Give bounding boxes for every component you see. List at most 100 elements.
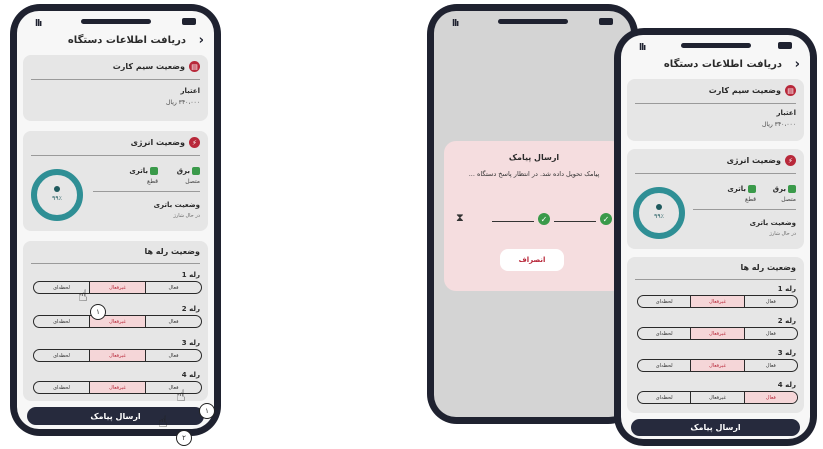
divider <box>635 173 796 174</box>
relay-3-label: رله 3 <box>777 349 796 357</box>
sms-sending-dialog: ارسال پیامک پیامک تحویل داده شد. در انتظ… <box>444 141 624 291</box>
divider <box>31 79 200 80</box>
signal-icon: llı <box>639 43 646 53</box>
check-icon: ✓ <box>538 213 550 225</box>
battery-icon <box>599 18 613 25</box>
divider <box>31 263 200 264</box>
notch <box>497 19 568 24</box>
relay-4-label: رله 4 <box>181 371 200 379</box>
phone-middle: llı ارسال پیامک پیامک تحویل داده شد. در … <box>427 4 638 424</box>
battery-state-title: وضعیت باتری <box>749 219 796 227</box>
divider <box>635 103 796 104</box>
sim-card-status: ▤ وضعیت سیم کارت اعتبار ۳۴۰،۰۰۰ ریال <box>23 55 208 121</box>
notch <box>80 19 151 24</box>
progress-line <box>554 221 596 222</box>
dialog-message: پیامک تحویل داده شد. در انتظار پاسخ دستگ… <box>468 170 600 178</box>
battery-status: قطع <box>147 178 158 185</box>
option-momentary[interactable]: لحظه‌ای <box>34 316 89 327</box>
screen-middle: llı ارسال پیامک پیامک تحویل داده شد. در … <box>434 11 631 417</box>
relay-title: وضعیت رله ها <box>740 263 796 272</box>
sim-card-title: ▤ وضعیت سیم کارت <box>709 85 796 96</box>
option-inactive[interactable]: غیرفعال <box>690 392 743 403</box>
battery-status: قطع <box>745 196 756 203</box>
battery-icon <box>182 18 196 25</box>
option-momentary[interactable]: لحظه‌ای <box>638 392 690 403</box>
sim-icon: ▤ <box>189 61 200 72</box>
battery-percent: ۹۹٪ <box>654 213 664 220</box>
option-momentary[interactable]: لحظه‌ای <box>34 382 89 393</box>
power-label: برق <box>773 185 796 193</box>
send-sms-button[interactable]: ارسال پیامک <box>27 407 204 425</box>
credit-value: ۳۴۰،۰۰۰ ریال <box>762 121 796 128</box>
option-inactive[interactable]: غیرفعال <box>89 382 145 393</box>
battery-label: باتری <box>727 185 756 193</box>
relay-3-switch[interactable]: فعال غیرفعال لحظه‌ای <box>637 359 798 372</box>
option-active[interactable]: فعال <box>145 316 201 327</box>
check-icon: ✓ <box>600 213 612 225</box>
dialog-title: ارسال پیامک <box>508 153 560 162</box>
relay-2-label: رله 2 <box>777 317 796 325</box>
power-status: متصل <box>781 196 796 203</box>
step-1-badge: ۱ <box>90 304 106 320</box>
energy-title-label: وضعیت انرژی <box>726 156 781 165</box>
battery-gauge: ۹۹٪ <box>31 169 83 221</box>
relay-2-switch[interactable]: فعال غیرفعال لحظه‌ای <box>637 327 798 340</box>
option-active[interactable]: فعال <box>743 392 797 403</box>
relay-3-switch[interactable]: فعال غیرفعال لحظه‌ای <box>33 349 202 362</box>
option-active[interactable]: فعال <box>743 296 797 307</box>
option-inactive[interactable]: غیرفعال <box>690 328 744 339</box>
app-header: ‹ دریافت اطلاعات دستگاه <box>631 57 800 75</box>
credit-value: ۳۴۰،۰۰۰ ریال <box>166 99 200 106</box>
battery-label: باتری <box>129 167 158 175</box>
option-momentary[interactable]: لحظه‌ای <box>638 328 690 339</box>
sim-title-label: وضعیت سیم کارت <box>708 86 781 95</box>
option-active[interactable]: فعال <box>145 350 201 361</box>
cancel-button[interactable]: انصراف <box>500 249 564 271</box>
energy-title: ⚡ وضعیت انرژی <box>131 137 200 148</box>
option-active[interactable]: فعال <box>743 360 797 371</box>
option-inactive[interactable]: غیرفعال <box>89 282 145 293</box>
relay-1-label: رله 1 <box>777 285 796 293</box>
gauge-dot <box>54 186 60 192</box>
hand-pointer-icon: ☝ <box>78 286 88 305</box>
relay-3-label: رله 3 <box>181 339 200 347</box>
divider <box>93 191 200 192</box>
energy-icon: ⚡ <box>785 155 796 166</box>
option-active[interactable]: فعال <box>743 328 797 339</box>
battery-tag-icon <box>748 185 756 193</box>
option-momentary[interactable]: لحظه‌ای <box>34 350 89 361</box>
divider <box>635 279 796 280</box>
progress-line <box>492 221 534 222</box>
option-inactive[interactable]: غیرفعال <box>89 350 145 361</box>
screen-left: llı ‹ دریافت اطلاعات دستگاه ▤ وضعیت سیم … <box>17 11 214 429</box>
status-bar: llı <box>17 11 214 33</box>
relay-status: وضعیت رله ها رله 1 فعال غیرفعال لحظه‌ای … <box>23 241 208 401</box>
option-momentary[interactable]: لحظه‌ای <box>638 296 690 307</box>
relay-status: وضعیت رله ها رله 1 فعال غیرفعال لحظه‌ای … <box>627 257 804 413</box>
back-icon[interactable]: ‹ <box>795 57 800 72</box>
relay-2-switch[interactable]: فعال غیرفعال لحظه‌ای <box>33 315 202 328</box>
credit-label: اعتبار <box>180 87 200 95</box>
option-inactive[interactable]: غیرفعال <box>690 360 744 371</box>
option-momentary[interactable]: لحظه‌ای <box>638 360 690 371</box>
status-bar: llı <box>434 11 631 33</box>
power-label: برق <box>177 167 200 175</box>
notch <box>680 43 751 48</box>
relay-1-switch[interactable]: فعال غیرفعال لحظه‌ای <box>637 295 798 308</box>
power-tag-icon <box>192 167 200 175</box>
signal-icon: llı <box>35 19 42 29</box>
divider <box>693 209 796 210</box>
option-inactive[interactable]: غیرفعال <box>690 296 744 307</box>
status-bar: llı <box>621 35 810 57</box>
sim-icon: ▤ <box>785 85 796 96</box>
power-tag-icon <box>788 185 796 193</box>
battery-state: در حال شارژ <box>173 213 200 219</box>
relay-1-switch[interactable]: فعال غیرفعال لحظه‌ای <box>33 281 202 294</box>
back-icon[interactable]: ‹ <box>199 33 204 48</box>
option-active[interactable]: فعال <box>145 282 201 293</box>
option-active[interactable]: فعال <box>145 382 201 393</box>
credit-label: اعتبار <box>776 109 796 117</box>
relay-1-label: رله 1 <box>181 271 200 279</box>
relay-4-switch[interactable]: فعال غیرفعال لحظه‌ای <box>637 391 798 404</box>
send-sms-button[interactable]: ارسال پیامک <box>631 419 800 436</box>
